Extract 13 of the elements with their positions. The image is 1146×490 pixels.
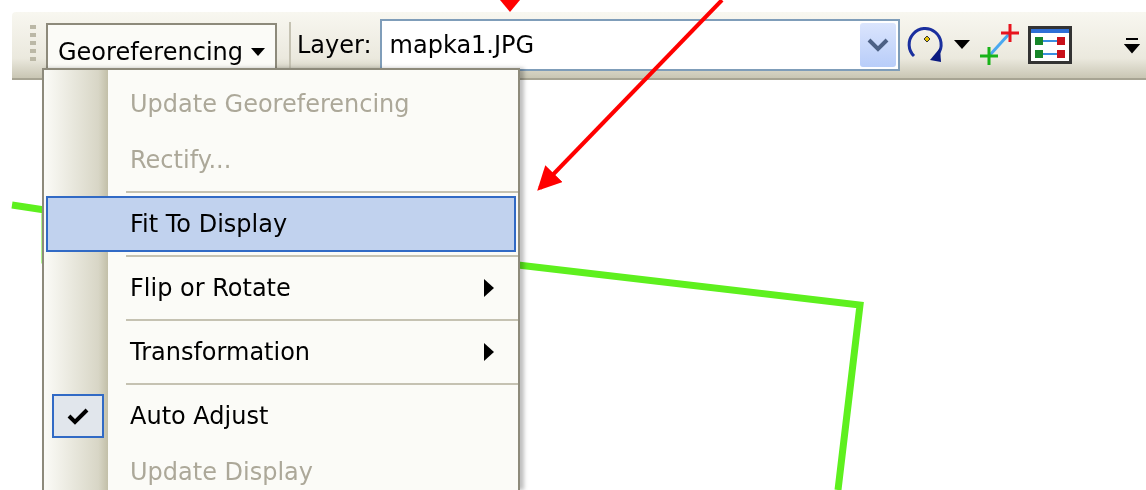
- menu-item[interactable]: Auto Adjust: [46, 388, 516, 444]
- submenu-arrow-icon: [484, 279, 494, 297]
- menu-item[interactable]: Flip or Rotate: [46, 260, 516, 316]
- caret-icon: [251, 48, 265, 56]
- caret-icon[interactable]: [953, 40, 970, 50]
- menu-item[interactable]: Transformation: [46, 324, 516, 380]
- submenu-arrow-icon: [484, 343, 494, 361]
- menu-item[interactable]: Fit To Display: [46, 196, 516, 252]
- link-table-button[interactable]: [1027, 26, 1072, 64]
- annotation-arrow: [500, 0, 520, 12]
- toolbar-options-icon[interactable]: [1124, 36, 1140, 54]
- layer-dropdown[interactable]: mapka1.JPG: [379, 19, 900, 71]
- dropdown-chevron-icon[interactable]: [859, 23, 896, 67]
